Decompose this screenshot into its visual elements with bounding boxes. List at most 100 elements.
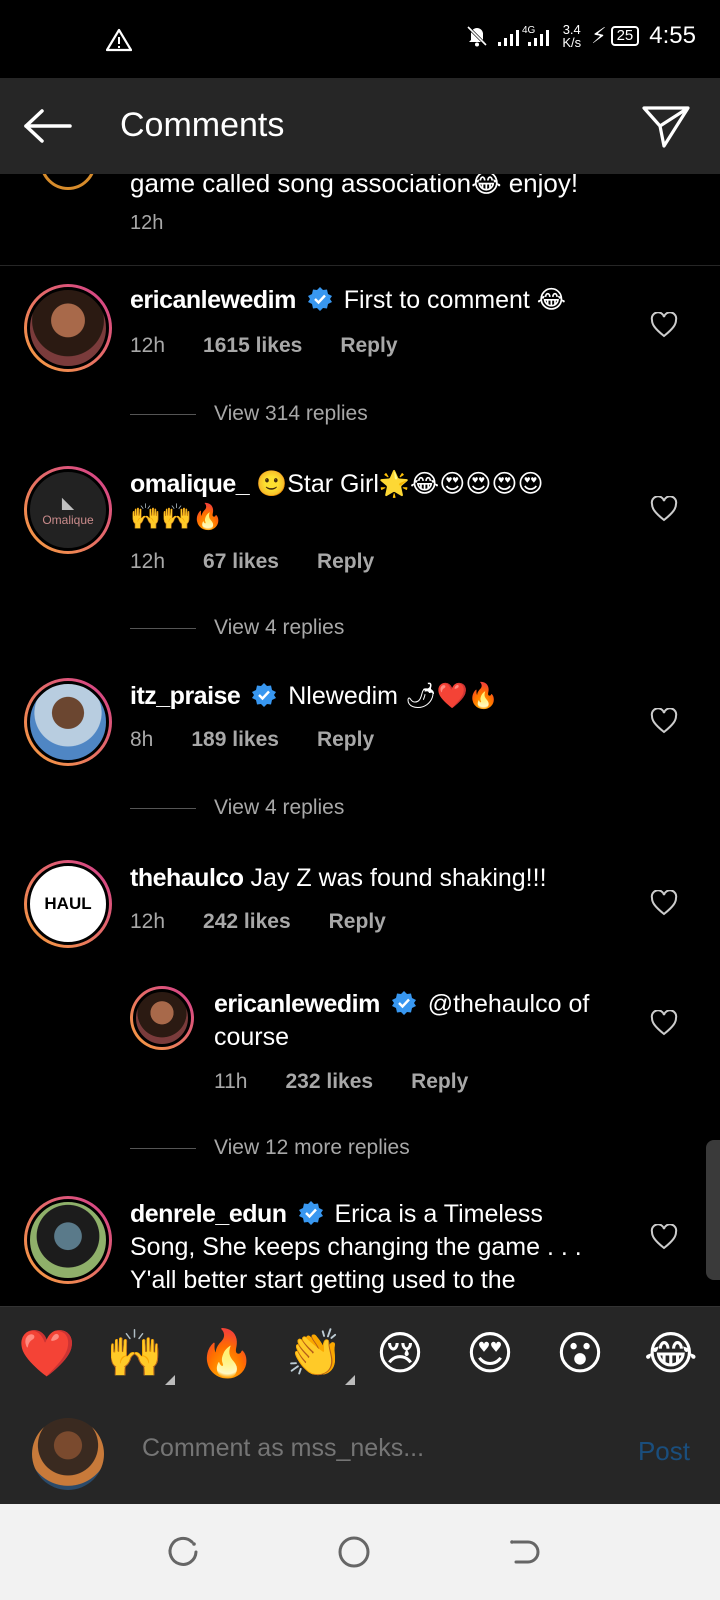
avatar[interactable] <box>130 986 194 1050</box>
battery-indicator: ⚡ 25 <box>591 23 640 49</box>
view-replies-button[interactable]: View 4 replies <box>130 796 344 820</box>
view-replies-label: View 4 replies <box>214 616 345 639</box>
comment-item: ericanlewedim First to comment 😂 12h 161… <box>0 282 720 425</box>
charging-icon: ⚡ <box>591 23 607 48</box>
comment-time: 12h <box>130 550 166 573</box>
comment-time: 8h <box>130 728 154 751</box>
comment-item: HAUL thehaulco Jay Z was found shaking!!… <box>0 860 720 960</box>
reaction-crying[interactable]: 😢 <box>376 1325 424 1381</box>
comment-text: Jay Z was found shaking!!! <box>250 864 547 892</box>
reaction-fire[interactable]: 🔥 <box>198 1325 255 1381</box>
comment-username[interactable]: ericanlewedim <box>214 990 380 1018</box>
quick-reaction-bar: ❤️ 🙌 🔥 👏 😢 😍 😮 😂 <box>0 1306 720 1400</box>
comment-likes[interactable]: 232 likes <box>285 1070 373 1094</box>
comment-username[interactable]: denrele_edun <box>130 1200 287 1228</box>
comment-text-continued: course <box>214 1023 290 1051</box>
avatar[interactable] <box>24 1196 112 1284</box>
comment-username[interactable]: ericanlewedim <box>130 286 296 314</box>
view-replies-button[interactable]: View 12 more replies <box>130 1136 410 1160</box>
scrollbar-thumb[interactable] <box>706 1140 720 1280</box>
heart-icon[interactable] <box>650 496 678 522</box>
heart-icon[interactable] <box>650 890 678 916</box>
battery-level: 25 <box>610 26 640 46</box>
recent-apps-icon[interactable] <box>166 1534 202 1570</box>
reaction-heart-eyes[interactable]: 😍 <box>466 1325 514 1381</box>
post-caption: game called song association😂 enjoy! 12h <box>0 174 720 266</box>
avatar[interactable]: ◣ Omalique <box>24 466 112 554</box>
comment-likes[interactable]: 67 likes <box>203 550 279 574</box>
comment-text-continued: Song, She keeps changing the game . . . <box>130 1233 582 1261</box>
replies-divider <box>130 1147 196 1149</box>
home-icon[interactable] <box>336 1534 372 1570</box>
arrow-left-icon[interactable] <box>22 108 74 144</box>
view-replies-button[interactable]: View 4 replies <box>130 616 344 640</box>
clock: 4:55 <box>649 22 696 49</box>
reaction-laughing[interactable]: 😂 <box>644 1325 698 1381</box>
network-speed-unit: K/s <box>562 35 582 50</box>
page-title: Comments <box>120 106 285 144</box>
comment-input[interactable] <box>142 1434 602 1463</box>
heart-icon[interactable] <box>650 1224 678 1250</box>
omalique-logo-icon: ◣ <box>61 495 75 512</box>
reply-item: ericanlewedim @thehaulco of course 11h 2… <box>0 986 720 1166</box>
replies-divider <box>130 807 196 809</box>
caption-avatar <box>40 174 96 190</box>
comment-text: Erica is a Timeless <box>334 1200 543 1228</box>
comment-time: 11h <box>214 1070 248 1093</box>
comment-text: 🙂Star Girl🌟😂😍😍😍😍 <box>256 470 544 498</box>
heart-icon[interactable] <box>650 312 678 338</box>
view-replies-label: View 314 replies <box>214 402 368 425</box>
comment-likes[interactable]: 189 likes <box>191 728 279 752</box>
comment-time: 12h <box>130 334 166 357</box>
comment-text-continued: Y'all better start getting used to the <box>130 1266 516 1294</box>
comment-item: itz_praise Nlewedim 🌶❤️🔥 8h 189 likes Re… <box>0 678 720 828</box>
signal-icon: 4G <box>498 25 550 46</box>
reaction-surprised[interactable]: 😮 <box>556 1325 604 1381</box>
comment-username[interactable]: thehaulco <box>130 864 244 892</box>
avatar[interactable] <box>24 284 112 372</box>
reply-button[interactable]: Reply <box>317 728 374 752</box>
heart-icon[interactable] <box>650 1010 678 1036</box>
heart-icon[interactable] <box>650 708 678 734</box>
network-speed: 3.4 K/s <box>562 23 581 49</box>
warning-icon <box>106 28 132 52</box>
avatar[interactable]: HAUL <box>24 860 112 948</box>
reaction-raised-hands[interactable]: 🙌 <box>106 1325 176 1385</box>
caption-text: game called song association😂 enjoy! <box>130 174 579 198</box>
reaction-heart[interactable]: ❤️ <box>18 1325 75 1381</box>
view-replies-label: View 12 more replies <box>214 1136 410 1159</box>
clap-emoji: 👏 <box>286 1327 344 1379</box>
verified-badge-icon <box>298 1201 323 1225</box>
replies-divider <box>130 627 196 629</box>
comment-composer: Post <box>0 1400 720 1504</box>
reaction-clap[interactable]: 👏 <box>286 1325 356 1385</box>
reply-button[interactable]: Reply <box>411 1070 468 1094</box>
comment-likes[interactable]: 242 likes <box>203 910 291 934</box>
comment-time: 12h <box>130 910 166 933</box>
comment-text: Nlewedim 🌶❤️🔥 <box>288 682 499 710</box>
skin-tone-indicator-icon <box>345 1375 356 1385</box>
top-app-bar: Comments <box>0 78 720 174</box>
comment-item: denrele_edun Erica is a Timeless Song, S… <box>0 1196 720 1306</box>
avatar[interactable] <box>24 678 112 766</box>
comment-username[interactable]: omalique_ <box>130 470 250 498</box>
reply-button[interactable]: Reply <box>329 910 386 934</box>
avatar-logo-text: Omalique <box>42 513 94 527</box>
current-user-avatar <box>32 1418 104 1490</box>
back-nav-icon[interactable] <box>506 1534 542 1570</box>
verified-badge-icon <box>307 287 332 311</box>
network-type: 4G <box>522 25 536 36</box>
comment-likes[interactable]: 1615 likes <box>203 334 302 358</box>
replies-divider <box>130 413 196 415</box>
comment-text-continued: 🙌🙌🔥 <box>130 503 224 531</box>
reply-button[interactable]: Reply <box>340 334 397 358</box>
view-replies-button[interactable]: View 314 replies <box>130 402 368 426</box>
paper-plane-icon[interactable] <box>640 102 692 150</box>
reply-button[interactable]: Reply <box>317 550 374 574</box>
post-button[interactable]: Post <box>638 1436 690 1467</box>
comment-list[interactable]: game called song association😂 enjoy! 12h… <box>0 174 720 1306</box>
view-replies-label: View 4 replies <box>214 796 345 819</box>
verified-badge-icon <box>391 991 416 1015</box>
comment-username[interactable]: itz_praise <box>130 682 241 710</box>
comment-item: ◣ Omalique omalique_ 🙂Star Girl🌟😂😍😍😍😍 🙌🙌… <box>0 466 720 639</box>
